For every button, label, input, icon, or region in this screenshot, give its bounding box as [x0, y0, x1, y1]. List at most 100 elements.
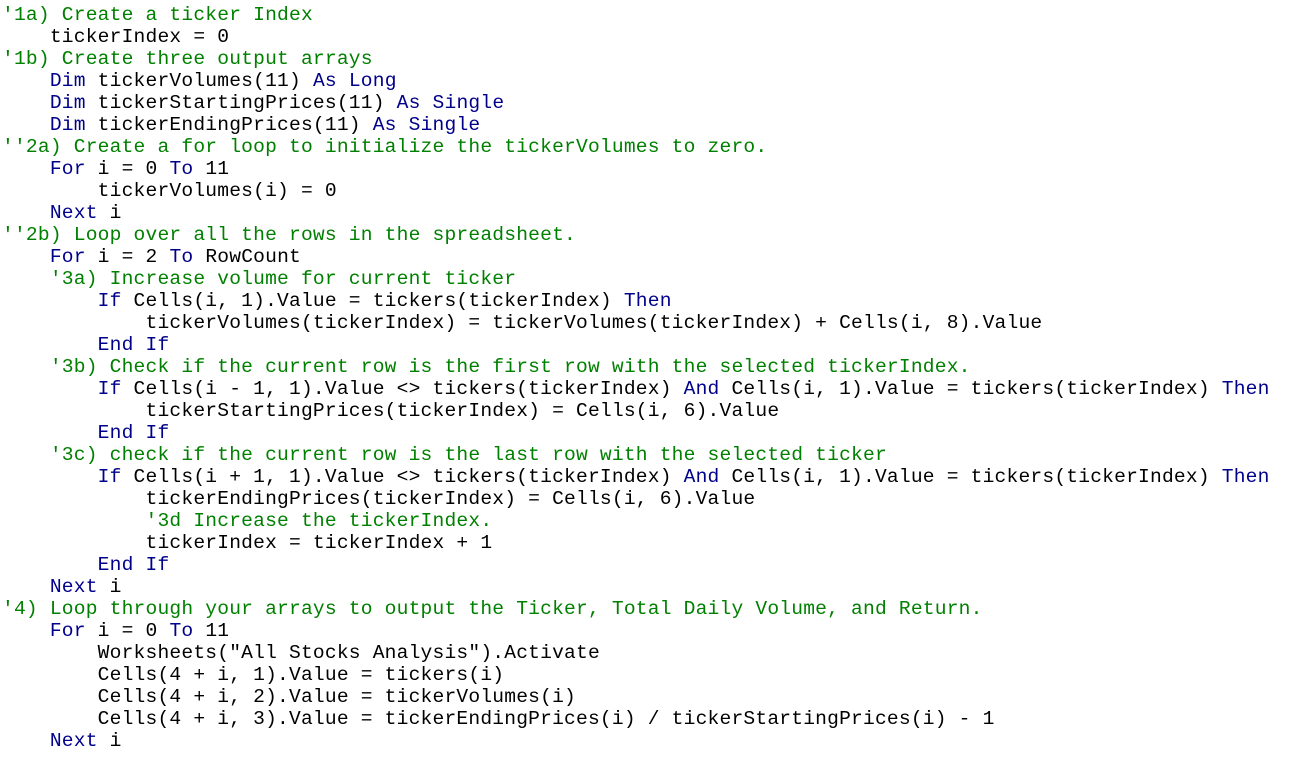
code-line[interactable]: If Cells(i, 1).Value = tickers(tickerInd… — [2, 290, 672, 312]
code-line[interactable]: For i = 2 To RowCount — [2, 246, 301, 268]
code-line[interactable]: tickerVolumes(tickerIndex) = tickerVolum… — [2, 312, 1042, 334]
code-line[interactable]: Cells(4 + i, 2).Value = tickerVolumes(i) — [2, 686, 576, 708]
code-text: tickerEndingPrices(11) — [85, 114, 373, 136]
code-text: Cells(i, 1).Value = tickers(tickerIndex) — [719, 466, 1222, 488]
code-keyword: End If — [97, 422, 170, 444]
code-line[interactable]: End If — [2, 334, 170, 356]
code-line[interactable]: Next i — [2, 202, 122, 224]
code-text: Cells(i + 1, 1).Value <> tickers(tickerI… — [121, 466, 684, 488]
code-line[interactable]: Next i — [2, 730, 122, 752]
code-line[interactable]: Cells(4 + i, 1).Value = tickers(i) — [2, 664, 504, 686]
code-line[interactable]: Worksheets("All Stocks Analysis").Activa… — [2, 642, 600, 664]
code-keyword: Dim — [49, 70, 86, 92]
code-line[interactable]: '3b) Check if the current row is the fir… — [2, 356, 971, 378]
code-line[interactable]: If Cells(i + 1, 1).Value <> tickers(tick… — [2, 466, 1270, 488]
code-text: 11 — [193, 158, 230, 180]
code-line[interactable]: tickerIndex = 0 — [2, 26, 229, 48]
code-text: i = 0 — [85, 620, 170, 642]
code-text: Worksheets("All Stocks Analysis").Activa… — [2, 642, 600, 664]
code-keyword: And — [683, 378, 720, 400]
code-keyword: Then — [1221, 466, 1270, 488]
code-line[interactable]: '3a) Increase volume for current ticker — [2, 268, 516, 290]
code-keyword: To — [169, 158, 194, 180]
code-line[interactable]: ''2b) Loop over all the rows in the spre… — [2, 224, 576, 246]
code-keyword: To — [169, 620, 194, 642]
code-comment: '1b) Create three output arrays — [2, 48, 373, 70]
code-keyword: Long — [348, 70, 397, 92]
code-keyword: For — [49, 620, 86, 642]
code-text: i = 2 — [85, 246, 170, 268]
code-text: tickerVolumes(tickerIndex) = tickerVolum… — [2, 312, 1043, 334]
code-line[interactable]: For i = 0 To 11 — [2, 620, 229, 642]
code-line[interactable]: '1b) Create three output arrays — [2, 48, 373, 70]
code-line[interactable]: '3d Increase the tickerIndex. — [2, 510, 492, 532]
code-text: tickerStartingPrices(11) — [85, 92, 397, 114]
code-text: i = 0 — [85, 158, 170, 180]
code-text: RowCount — [193, 246, 301, 268]
code-keyword: As — [372, 114, 397, 136]
code-keyword: Single — [408, 114, 481, 136]
code-editor[interactable]: '1a) Create a ticker Index tickerIndex =… — [0, 0, 1291, 757]
code-keyword: If — [97, 378, 122, 400]
code-text: i — [97, 576, 122, 598]
code-line[interactable]: Cells(4 + i, 3).Value = tickerEndingPric… — [2, 708, 995, 730]
code-text: i — [97, 202, 122, 224]
code-line[interactable]: ''2a) Create a for loop to initialize th… — [2, 136, 767, 158]
code-line[interactable]: End If — [2, 554, 170, 576]
code-line[interactable]: tickerEndingPrices(tickerIndex) = Cells(… — [2, 488, 755, 510]
code-line[interactable]: tickerVolumes(i) = 0 — [2, 180, 337, 202]
code-line[interactable]: '3c) check if the current row is the las… — [2, 444, 887, 466]
code-keyword: End If — [97, 554, 170, 576]
code-line[interactable]: Dim tickerStartingPrices(11) As Single — [2, 92, 504, 114]
code-keyword: To — [169, 246, 194, 268]
code-line[interactable]: '4) Loop through your arrays to output t… — [2, 598, 983, 620]
code-keyword: For — [49, 158, 86, 180]
code-keyword: Next — [49, 576, 98, 598]
code-line[interactable]: For i = 0 To 11 — [2, 158, 229, 180]
code-comment: '3c) check if the current row is the las… — [2, 444, 887, 466]
code-text: tickerEndingPrices(tickerIndex) = Cells(… — [2, 488, 756, 510]
code-text: tickerIndex = tickerIndex + 1 — [2, 532, 493, 554]
code-line[interactable]: Dim tickerEndingPrices(11) As Single — [2, 114, 480, 136]
code-comment: ''2b) Loop over all the rows in the spre… — [2, 224, 576, 246]
code-text: Cells(i, 1).Value = tickers(tickerIndex) — [719, 378, 1222, 400]
code-keyword: As — [396, 92, 421, 114]
code-keyword: Then — [623, 290, 672, 312]
code-line[interactable]: If Cells(i - 1, 1).Value <> tickers(tick… — [2, 378, 1270, 400]
code-text: tickerVolumes(11) — [85, 70, 313, 92]
code-comment: ''2a) Create a for loop to initialize th… — [2, 136, 768, 158]
code-line[interactable]: tickerIndex = tickerIndex + 1 — [2, 532, 492, 554]
code-keyword: Next — [49, 730, 98, 752]
code-keyword: Then — [1221, 378, 1270, 400]
code-line[interactable]: Dim tickerVolumes(11) As Long — [2, 70, 397, 92]
code-comment: '4) Loop through your arrays to output t… — [2, 598, 983, 620]
code-text: tickerVolumes(i) = 0 — [2, 180, 337, 202]
code-line[interactable]: tickerStartingPrices(tickerIndex) = Cell… — [2, 400, 779, 422]
code-comment: '3d Increase the tickerIndex. — [2, 510, 493, 532]
code-text: Cells(i - 1, 1).Value <> tickers(tickerI… — [121, 378, 684, 400]
code-text: 11 — [193, 620, 230, 642]
code-keyword: Next — [49, 202, 98, 224]
code-line[interactable]: End If — [2, 422, 170, 444]
code-keyword: End If — [97, 334, 170, 356]
code-line[interactable]: Next i — [2, 576, 122, 598]
code-text: Cells(4 + i, 1).Value = tickers(i) — [2, 664, 505, 686]
code-comment: '3b) Check if the current row is the fir… — [2, 356, 971, 378]
code-line[interactable]: '1a) Create a ticker Index — [2, 4, 313, 26]
